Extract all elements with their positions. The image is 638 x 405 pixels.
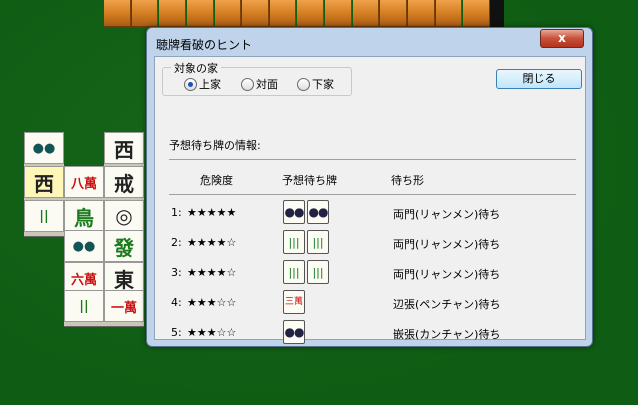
wait-tile-pin: ●● [283,320,305,344]
row-number: 5: [171,326,182,339]
mahjong-tile: 八萬 [64,166,104,198]
mahjong-tile: ◎ [104,200,144,232]
close-button[interactable]: 閉じる [496,69,582,89]
wait-tile-pin: ●● [283,200,305,224]
wait-type: 辺張(ペンチャン)待ち [393,298,501,311]
danger-stars: ★★★★★ [187,206,237,219]
group-legend: 対象の家 [171,60,221,76]
wait-type: 両門(リャンメン)待ち [393,238,501,251]
row-number: 4: [171,296,182,309]
danger-stars: ★★★☆☆ [187,296,237,309]
radio-toimen[interactable]: 対面 [241,76,278,92]
wait-type: 両門(リャンメン)待ち [393,208,501,221]
wait-tile-sou: ||| [283,230,305,254]
wait-tile-sou: ||| [307,260,329,284]
danger-stars: ★★★☆☆ [187,326,237,339]
radio-dot[interactable] [297,77,310,91]
target-player-group: 対象の家 上家 対面 下家 [162,60,352,96]
mahjong-tile: 鳥 [64,200,104,232]
wait-tile-sou: ||| [283,260,305,284]
title-bar[interactable]: 聴牌看破のヒント x [147,28,592,56]
radio-dot[interactable] [241,77,254,91]
mahjong-tile: || [64,290,104,322]
row-number: 1: [171,206,182,219]
header-type: 待ち形 [391,174,424,187]
danger-stars: ★★★★☆ [187,266,237,279]
radio-shimocha[interactable]: 下家 [297,76,334,92]
row-number: 3: [171,266,182,279]
tenpai-hint-dialog: 聴牌看破のヒント x 対象の家 上家 対面 下家 閉じる 予想待ち牌の情報: 危… [146,27,593,347]
wait-tile-sou: ||| [307,230,329,254]
row-number: 2: [171,236,182,249]
close-icon[interactable]: x [540,29,584,48]
separator [169,194,576,195]
mahjong-tile: ●● [64,230,104,262]
header-tiles: 予想待ち牌 [282,174,337,187]
separator [169,159,576,160]
wait-type: 両門(リャンメン)待ち [393,268,501,281]
mahjong-tile: ●● [24,132,64,164]
radio-dot[interactable] [184,77,197,91]
dialog-client: 対象の家 上家 対面 下家 閉じる 予想待ち牌の情報: 危険度 予想待ち牌 待ち… [154,56,586,344]
radio-label: 対面 [256,78,278,91]
mahjong-tile: 發 [104,230,144,262]
mahjong-tile: 西 [104,132,144,164]
radio-kamicha[interactable]: 上家 [184,76,221,92]
dialog-title: 聴牌看破のヒント [156,38,253,52]
danger-stars: ★★★★☆ [187,236,237,249]
opponent-wall [104,0,490,28]
wait-type: 嵌張(カンチャン)待ち [393,328,501,341]
wait-tile-pin: ●● [307,200,329,224]
mahjong-tile: 戒 [104,166,144,198]
mahjong-tile: 一萬 [104,290,144,322]
radio-label: 上家 [199,78,221,91]
wait-tile-man: 三萬 [283,290,305,314]
header-danger: 危険度 [200,174,233,187]
mahjong-tile: 西 [24,166,64,198]
shadow-corner [490,0,504,28]
info-label: 予想待ち牌の情報: [169,139,261,152]
radio-label: 下家 [312,78,334,91]
mahjong-tile: || [24,200,64,232]
